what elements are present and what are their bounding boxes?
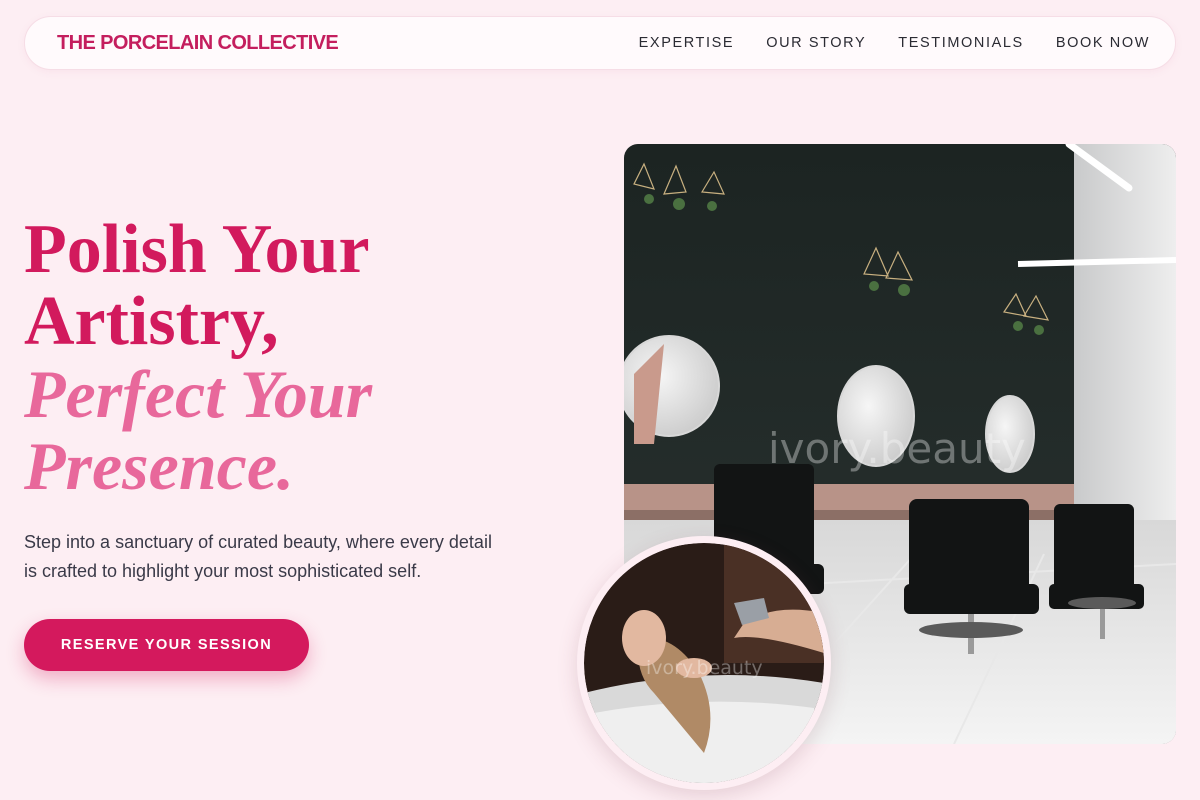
- brand-logo[interactable]: THE PORCELAIN COLLECTIVE: [57, 32, 339, 55]
- hair-wash-image: ivory.beauty: [577, 536, 831, 790]
- headline-line-3: Perfect Your: [24, 356, 373, 432]
- nav-link-book-now[interactable]: BOOK NOW: [1056, 35, 1150, 51]
- headline-line-1: Polish Your: [24, 211, 370, 288]
- hero-headline: Polish Your Artistry, Perfect Your Prese…: [24, 211, 564, 504]
- top-navbar: THE PORCELAIN COLLECTIVE EXPERTISE OUR S…: [24, 16, 1176, 70]
- reserve-session-button[interactable]: RESERVE YOUR SESSION: [24, 619, 309, 671]
- nav-link-testimonials[interactable]: TESTIMONIALS: [898, 35, 1024, 51]
- hair-wash-illustration: [584, 543, 824, 783]
- nav-link-our-story[interactable]: OUR STORY: [766, 35, 866, 51]
- hero-lead-text: Step into a sanctuary of curated beauty,…: [24, 532, 492, 581]
- nav-link-expertise[interactable]: EXPERTISE: [639, 35, 735, 51]
- headline-line-2: Artistry,: [24, 283, 279, 360]
- headline-line-4: Presence.: [24, 428, 295, 504]
- nav-links: EXPERTISE OUR STORY TESTIMONIALS BOOK NO…: [639, 35, 1150, 51]
